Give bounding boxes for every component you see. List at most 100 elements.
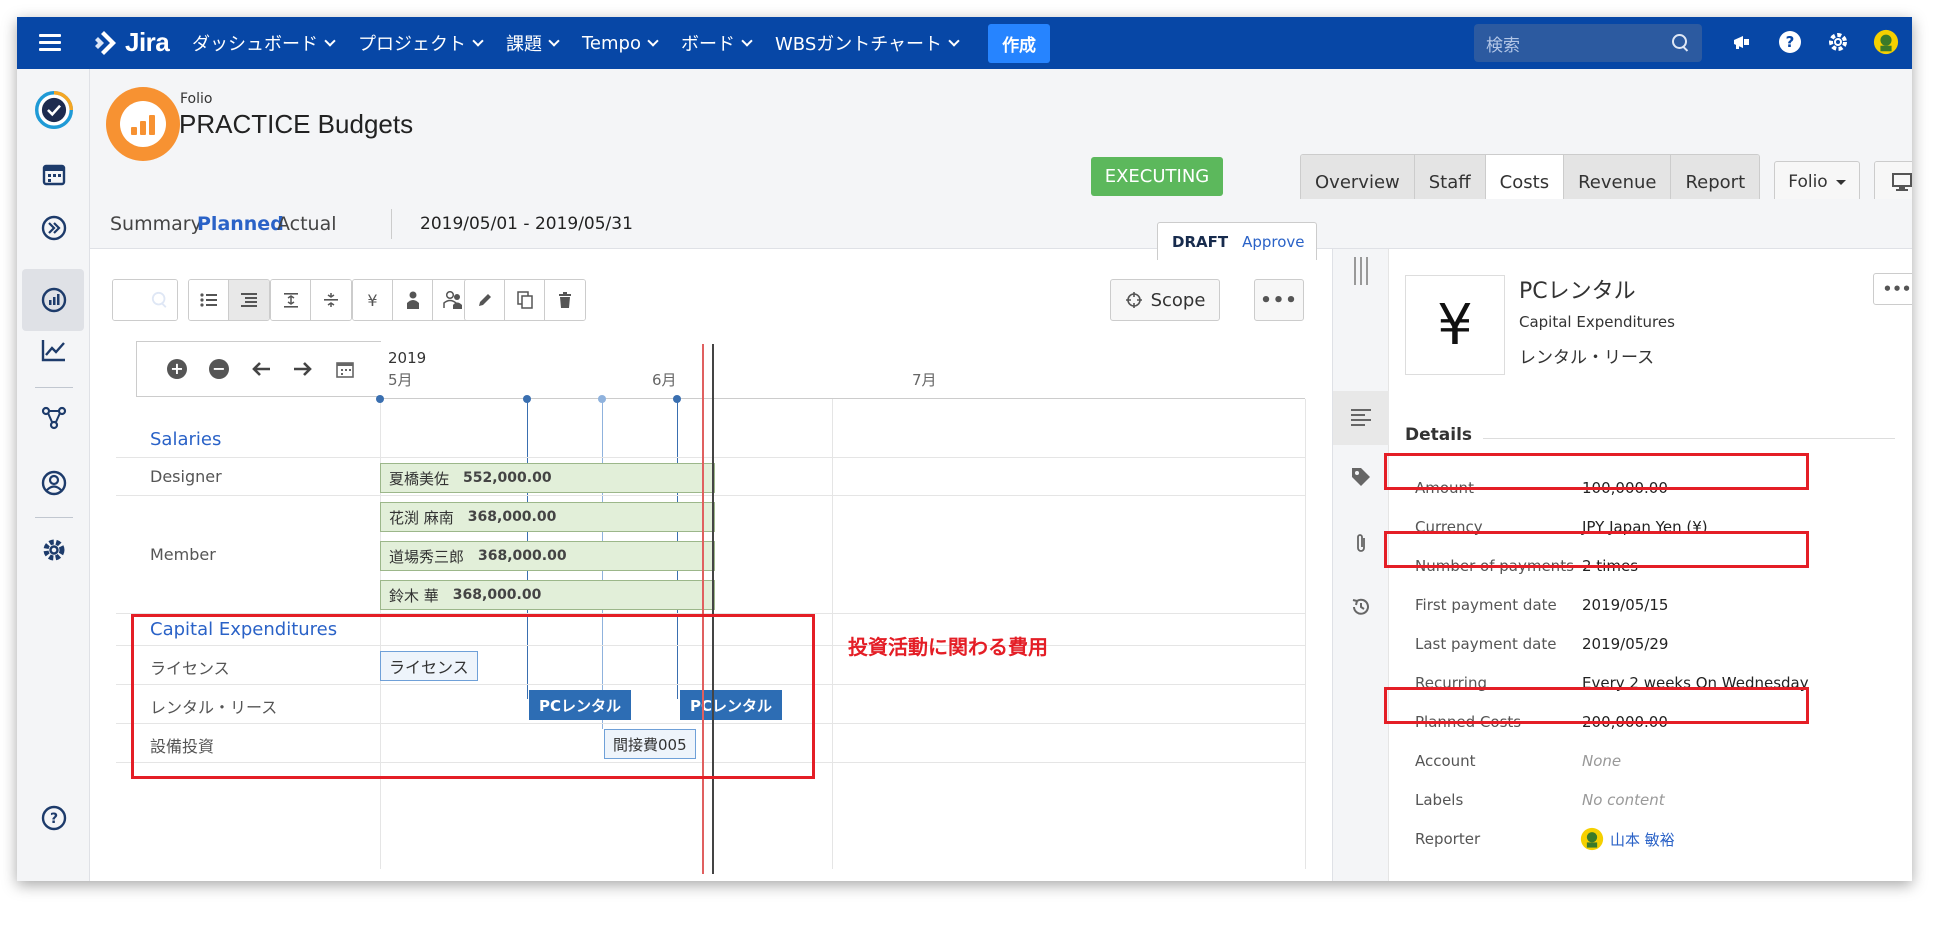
payment-marker (673, 395, 681, 403)
nav-tempo[interactable]: Tempo (582, 33, 659, 54)
calendar-icon[interactable] (35, 155, 73, 193)
settings-gear-icon[interactable] (35, 531, 73, 569)
help-icon[interactable]: ? (1777, 29, 1803, 55)
zoom-out-icon[interactable]: − (207, 357, 231, 381)
folio-dropdown-button[interactable]: Folio (1774, 161, 1860, 203)
salary-bar[interactable]: 夏橋美佐 552,000.00 (380, 463, 715, 493)
search-icon (151, 291, 168, 308)
user-circle-icon[interactable] (35, 464, 73, 502)
field-value: 2019/05/15 (1582, 596, 1669, 614)
nav-menu: ダッシュボード プロジェクト 課題 Tempo ボード WBSガントチャート 作… (192, 17, 1051, 69)
arrow-left-icon[interactable] (249, 357, 273, 381)
chevron-down-icon (548, 34, 560, 47)
budget-icon[interactable] (35, 281, 73, 319)
megaphone-icon[interactable] (1729, 29, 1755, 55)
field-key: Labels (1415, 791, 1464, 809)
folio-app-icon[interactable] (35, 91, 73, 129)
project-key-label: Folio (180, 91, 213, 107)
calendar-today-icon[interactable] (333, 357, 357, 381)
sidebar-divider (35, 517, 73, 518)
subtab-actual[interactable]: Actual (277, 213, 337, 235)
field-account[interactable]: Account None (1415, 752, 1895, 776)
reporter-link[interactable]: 山本 敏裕 (1580, 827, 1675, 851)
field-labels[interactable]: Labels No content (1415, 791, 1895, 815)
nav-issues[interactable]: 課題 (506, 30, 560, 56)
nav-boards[interactable]: ボード (680, 30, 753, 56)
forward-icon[interactable] (35, 209, 73, 247)
date-range[interactable]: 2019/05/01 - 2019/05/31 (420, 214, 633, 234)
annotation-text: 投資活動に関わる費用 (848, 635, 1048, 659)
bar-amount: 368,000.00 (467, 509, 557, 525)
jira-logo-icon (95, 30, 116, 55)
expand-icon[interactable] (271, 280, 311, 320)
status-badge[interactable]: EXECUTING (1091, 157, 1223, 196)
svg-text:?: ? (50, 811, 58, 827)
collapse-icon[interactable] (311, 280, 351, 320)
field-value: 2019/05/29 (1582, 635, 1669, 653)
detail-more-button[interactable]: ••• (1873, 273, 1912, 305)
history-icon[interactable] (1345, 591, 1377, 623)
field-last-payment-date: Last payment date 2019/05/29 (1415, 635, 1895, 659)
salary-bar[interactable]: 道場秀三郎 368,000.00 (380, 541, 715, 571)
more-options-button[interactable]: ••• (1254, 279, 1304, 321)
tag-icon[interactable] (1345, 461, 1377, 493)
subtab-divider (391, 209, 392, 239)
field-reporter: Reporter 山本 敏裕 (1415, 827, 1895, 854)
arrow-right-icon[interactable] (291, 357, 315, 381)
row-label-designer: Designer (150, 467, 222, 486)
chevron-down-icon (324, 34, 336, 47)
payment-marker (376, 395, 384, 403)
create-button[interactable]: 作成 (988, 23, 1051, 63)
salary-bar[interactable]: 花渕 麻南 368,000.00 (380, 502, 715, 532)
user-avatar[interactable] (1873, 29, 1899, 55)
bar-person: 花渕 麻南 (389, 508, 454, 527)
salary-bar[interactable]: 鈴木 華 368,000.00 (380, 580, 715, 610)
indent-list-icon[interactable] (229, 280, 269, 320)
search-input[interactable]: 検索 (1474, 24, 1702, 62)
row-divider (116, 495, 1305, 496)
subtab-planned[interactable]: Planned (197, 213, 284, 235)
help-circle-icon[interactable]: ? (35, 799, 73, 837)
highlight-amount (1384, 453, 1809, 490)
trash-icon[interactable] (545, 280, 585, 320)
paperclip-icon[interactable] (1345, 527, 1377, 559)
monitor-icon[interactable] (1875, 162, 1912, 202)
filter-search-button[interactable] (113, 280, 177, 320)
zoom-in-icon[interactable]: + (165, 357, 189, 381)
nav-wbs-gantt-label: WBSガントチャート (774, 34, 943, 55)
project-logo-icon (106, 87, 180, 161)
drag-handle-icon[interactable] (1345, 255, 1377, 287)
page-title: PRACTICE Budgets (179, 109, 414, 139)
person-icon[interactable] (393, 280, 433, 320)
details-divider (1483, 438, 1895, 439)
yen-icon[interactable]: ¥ (353, 280, 393, 320)
month-july: 7月 (912, 371, 937, 389)
timeline-year: 2019 (388, 349, 427, 367)
details-heading: Details (1405, 425, 1473, 445)
nav-issues-label: 課題 (506, 34, 542, 55)
gear-icon[interactable] (1825, 29, 1851, 55)
group-salaries[interactable]: Salaries (150, 429, 221, 450)
bar-person: 夏橋美佐 (389, 469, 450, 488)
list-icon[interactable] (189, 280, 229, 320)
nav-projects-label: プロジェクト (358, 34, 466, 55)
bar-amount: 368,000.00 (452, 587, 542, 603)
chart-line-icon[interactable] (35, 331, 73, 369)
nav-dashboard[interactable]: ダッシュボード (192, 30, 336, 56)
chevron-down-icon (741, 34, 753, 47)
scope-button[interactable]: Scope (1110, 279, 1220, 321)
details-tab-icon[interactable] (1333, 391, 1389, 445)
nav-projects[interactable]: プロジェクト (358, 30, 484, 56)
jira-logo[interactable]: Jira (89, 27, 170, 58)
copy-icon[interactable] (505, 280, 545, 320)
nav-wbs-gantt[interactable]: WBSガントチャート (774, 30, 960, 56)
nav-boards-label: ボード (680, 34, 735, 55)
menu-icon[interactable] (39, 31, 61, 53)
network-icon[interactable] (35, 399, 73, 437)
draft-label: DRAFT (1172, 232, 1229, 251)
pencil-icon[interactable] (465, 280, 505, 320)
subtab-summary[interactable]: Summary (110, 213, 202, 235)
search-icon (1672, 34, 1690, 52)
approve-link[interactable]: Approve (1242, 233, 1304, 251)
period-end-line (712, 344, 714, 874)
